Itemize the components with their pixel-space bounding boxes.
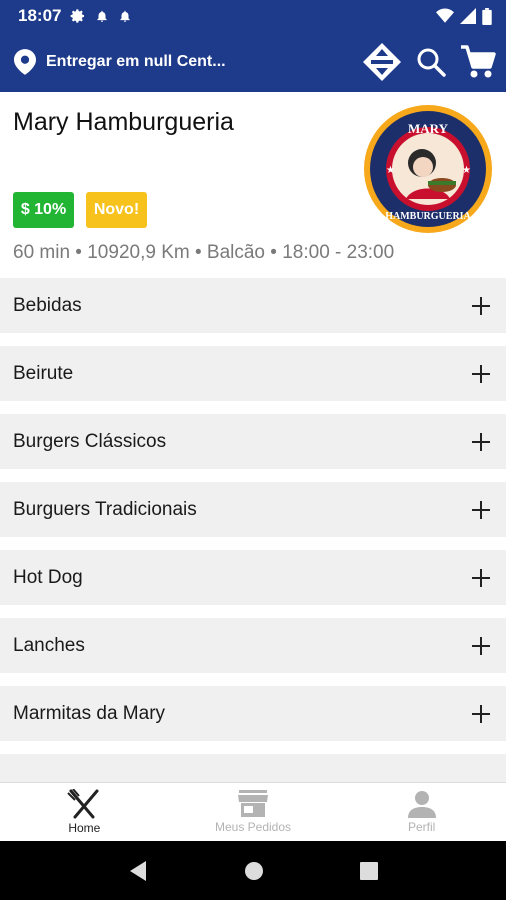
- category-label: Hot Dog: [13, 566, 83, 588]
- category-item-beirute[interactable]: Beirute: [0, 346, 506, 401]
- star-icon: ★: [386, 165, 395, 176]
- person-icon: [407, 791, 436, 818]
- search-button[interactable]: [416, 47, 446, 77]
- settings-icon: [71, 9, 85, 23]
- directions-button[interactable]: [362, 42, 402, 82]
- status-bar: 18:07: [0, 0, 506, 32]
- category-item-bebidas[interactable]: Bebidas: [0, 278, 506, 333]
- expand-plus-icon[interactable]: [472, 636, 490, 655]
- category-label: Burguers Tradicionais: [13, 498, 197, 520]
- expand-plus-icon[interactable]: [472, 500, 490, 519]
- signal-icon: [460, 8, 476, 24]
- expand-plus-icon[interactable]: [472, 432, 490, 451]
- nav-home-label: Home: [68, 821, 101, 835]
- notification-icon: [120, 10, 131, 22]
- nav-orders[interactable]: Meus Pedidos: [169, 783, 338, 841]
- back-icon[interactable]: [128, 860, 148, 882]
- category-item-hot-dog[interactable]: Hot Dog: [0, 550, 506, 605]
- nav-orders-label: Meus Pedidos: [214, 820, 292, 834]
- category-label: Burgers Clássicos: [13, 430, 167, 452]
- nav-profile-label: Perfil: [408, 820, 436, 834]
- app-bar: Entregar em null Cent...: [0, 32, 506, 92]
- store-icon: [238, 790, 268, 817]
- category-item-burgers-classicos[interactable]: Burgers Clássicos: [0, 414, 506, 469]
- nav-home[interactable]: Home: [0, 783, 169, 841]
- expand-plus-icon[interactable]: [472, 704, 490, 723]
- new-badge: Novo!: [86, 192, 147, 228]
- nav-profile[interactable]: Perfil: [337, 783, 506, 841]
- category-item-marmitas-da-mary[interactable]: Marmitas da Mary: [0, 686, 506, 741]
- expand-plus-icon[interactable]: [472, 568, 490, 587]
- restaurant-icon: [67, 789, 99, 819]
- store-badges: $ 10% Novo!: [13, 192, 147, 228]
- logo-text-top: MARY: [408, 121, 449, 136]
- category-item-lanches[interactable]: Lanches: [0, 618, 506, 673]
- status-time: 18:07: [18, 6, 62, 25]
- search-icon: [417, 48, 446, 77]
- store-info: 60 min • 10920,9 Km • Balcão • 18:00 - 2…: [13, 242, 395, 263]
- bottom-nav: Home Meus Pedidos Perfil: [0, 782, 506, 841]
- expand-plus-icon[interactable]: [472, 364, 490, 383]
- wifi-icon: [436, 8, 454, 23]
- category-item-burguers-tradicionais[interactable]: Burguers Tradicionais: [0, 482, 506, 537]
- system-nav-bar: [0, 841, 506, 900]
- expand-plus-icon[interactable]: [472, 296, 490, 315]
- discount-badge: $ 10%: [13, 192, 74, 228]
- category-label: Lanches: [13, 634, 85, 656]
- category-list: Bebidas Beirute Burgers Clássicos Burgue…: [0, 278, 506, 822]
- delivery-location-selector[interactable]: Entregar em null Cent...: [14, 49, 362, 75]
- cart-icon: [461, 45, 496, 78]
- category-label: Beirute: [13, 362, 74, 384]
- category-label: Bebidas: [13, 294, 82, 316]
- cart-button[interactable]: [460, 45, 496, 79]
- directions-icon: [363, 43, 401, 81]
- recents-icon[interactable]: [360, 861, 378, 880]
- store-name: Mary Hamburgueria: [13, 108, 234, 136]
- location-pin-icon: [14, 49, 36, 75]
- logo-text-bottom: HAMBURGUERIA: [385, 211, 471, 222]
- battery-icon: [482, 7, 492, 25]
- notification-icon: [97, 10, 108, 22]
- home-circle-icon[interactable]: [244, 861, 264, 881]
- star-icon: ★: [462, 165, 471, 176]
- category-label: Marmitas da Mary: [13, 702, 166, 724]
- store-logo: MARY HAMBURGUERIA ★ ★: [362, 103, 494, 240]
- delivery-location-text: Entregar em null Cent...: [46, 53, 226, 70]
